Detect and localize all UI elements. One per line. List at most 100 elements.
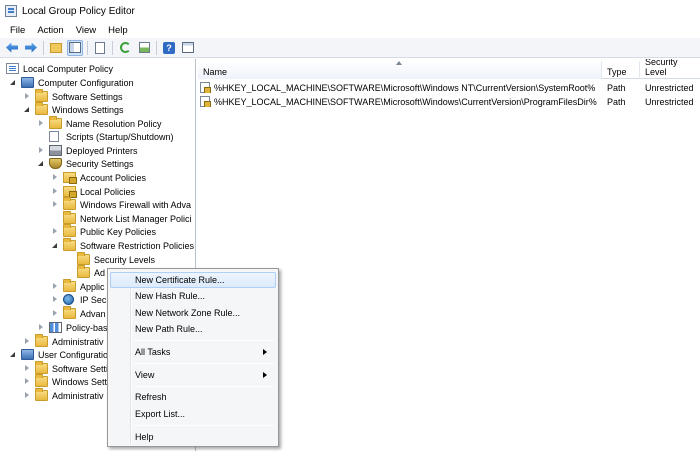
tree-item-security-levels[interactable]: Security Levels — [77, 252, 155, 266]
tree-item-user-windows-settings[interactable]: Windows Sett — [23, 374, 108, 388]
folder-icon — [63, 211, 76, 224]
menu-view[interactable]: View — [110, 367, 276, 383]
expanded-arrow-icon[interactable] — [37, 159, 46, 168]
folder-icon — [35, 102, 48, 115]
tree-item-network-list-manager[interactable]: Network List Manager Polici — [63, 211, 192, 225]
menu-all-tasks[interactable]: All Tasks — [110, 344, 276, 360]
menu-separator — [134, 425, 274, 426]
collapsed-arrow-icon[interactable] — [23, 377, 32, 386]
menu-new-path-rule[interactable]: New Path Rule... — [110, 321, 276, 337]
tree-item-label: Local Computer Policy — [23, 63, 114, 74]
menu-new-certificate-rule[interactable]: New Certificate Rule... — [110, 272, 276, 288]
collapsed-arrow-icon[interactable] — [23, 92, 32, 101]
menu-view[interactable]: View — [70, 25, 102, 36]
cell-security-level: Unrestricted — [645, 82, 694, 93]
table-row[interactable]: %HKEY_LOCAL_MACHINE\SOFTWARE\Microsoft\W… — [198, 95, 700, 108]
collapsed-arrow-icon[interactable] — [37, 146, 46, 155]
menu-file[interactable]: File — [4, 25, 31, 36]
collapsed-arrow-icon[interactable] — [51, 295, 60, 304]
properties-button[interactable] — [180, 40, 196, 56]
tree-item-label: Windows Sett — [52, 376, 108, 387]
tree-item-security-settings[interactable]: Security Settings — [37, 157, 134, 170]
menu-new-hash-rule[interactable]: New Hash Rule... — [110, 288, 276, 304]
expanded-arrow-icon[interactable] — [51, 241, 60, 250]
menu-help[interactable]: Help — [102, 25, 134, 36]
show-hide-console-tree-button[interactable] — [67, 39, 83, 56]
tree-item-local-computer-policy[interactable]: Local Computer Policy — [6, 62, 113, 75]
export-list-button[interactable] — [136, 40, 152, 56]
path-rule-icon — [200, 96, 211, 107]
collapsed-arrow-icon[interactable] — [23, 391, 32, 400]
tree-item-computer-configuration[interactable]: Computer Configuration — [9, 76, 134, 89]
tree-item-software-restriction-policies[interactable]: Software Restriction Policies — [51, 238, 195, 252]
column-header-label: Name — [203, 67, 228, 77]
toolbar-separator — [156, 40, 157, 55]
tree-item-label: Ad — [94, 267, 106, 278]
tree-item-label: Windows Settings — [52, 104, 124, 115]
tree-item-user-configuration[interactable]: User Configuratio — [9, 348, 108, 361]
tree-item-application-control[interactable]: Applic — [51, 279, 105, 293]
back-button[interactable] — [4, 40, 20, 56]
menu-export-list[interactable]: Export List... — [110, 406, 276, 422]
folder-icon — [63, 279, 76, 292]
collapsed-arrow-icon[interactable] — [37, 119, 46, 128]
tree-item-windows-firewall[interactable]: Windows Firewall with Adva — [51, 197, 191, 211]
export-doc-button[interactable] — [92, 40, 108, 56]
tree-item-account-policies[interactable]: Account Policies — [51, 171, 146, 184]
tree-item-label: Software Setti — [52, 363, 109, 374]
tree-item-user-administrative-templates[interactable]: Administrativ — [23, 388, 104, 402]
tree-item-scripts[interactable]: Scripts (Startup/Shutdown) — [49, 130, 174, 143]
column-header-name[interactable]: Name — [198, 61, 602, 79]
collapsed-arrow-icon[interactable] — [51, 227, 60, 236]
collapsed-arrow-icon[interactable] — [37, 323, 46, 332]
tree-item-label: Software Restriction Policies — [80, 240, 195, 251]
tree-item-additional-rules[interactable]: Ad — [77, 265, 106, 279]
tree-item-deployed-printers[interactable]: Deployed Printers — [37, 144, 138, 157]
tree-item-windows-settings[interactable]: Windows Settings — [23, 102, 124, 116]
menu-action[interactable]: Action — [31, 25, 69, 36]
refresh-button[interactable] — [117, 40, 133, 56]
menu-help[interactable]: Help — [110, 429, 276, 445]
collapsed-arrow-icon[interactable] — [23, 337, 32, 346]
table-row[interactable]: %HKEY_LOCAL_MACHINE\SOFTWARE\Microsoft\W… — [198, 81, 700, 94]
up-one-level-button[interactable] — [48, 40, 64, 56]
policy-icon — [6, 63, 19, 74]
collapsed-arrow-icon[interactable] — [51, 200, 60, 209]
menu-refresh[interactable]: Refresh — [110, 389, 276, 405]
tree-item-label: Advan — [80, 308, 106, 319]
tree-item-label: Public Key Policies — [80, 226, 157, 237]
tree-item-label: Administrativ — [52, 336, 104, 347]
expanded-arrow-icon[interactable] — [9, 350, 18, 359]
tree-item-label: Software Settings — [52, 91, 123, 102]
folder-icon — [77, 265, 90, 278]
menu-bar: File Action View Help — [0, 22, 700, 38]
tree-item-label: Scripts (Startup/Shutdown) — [66, 131, 174, 142]
tree-item-label: Name Resolution Policy — [66, 118, 162, 129]
expanded-arrow-icon[interactable] — [23, 105, 32, 114]
tree-item-label: Account Policies — [80, 172, 147, 183]
tree-item-ip-security[interactable]: IP Secu — [51, 293, 111, 306]
tree-item-policy-based-qos[interactable]: Policy-bas — [37, 321, 108, 334]
tree-item-administrative-templates[interactable]: Administrativ — [23, 334, 104, 348]
menu-item-label: All Tasks — [135, 347, 171, 357]
title-bar: Local Group Policy Editor — [0, 0, 700, 22]
collapsed-arrow-icon[interactable] — [51, 173, 60, 182]
refresh-icon — [119, 42, 131, 53]
tree-item-public-key-policies[interactable]: Public Key Policies — [51, 224, 157, 238]
collapsed-arrow-icon[interactable] — [51, 187, 60, 196]
collapsed-arrow-icon[interactable] — [51, 282, 60, 291]
menu-item-label: View — [135, 370, 155, 380]
tree-item-label: Network List Manager Polici — [80, 213, 192, 224]
folder-up-icon — [50, 42, 62, 53]
help-button[interactable]: ? — [161, 40, 177, 56]
collapsed-arrow-icon[interactable] — [51, 309, 60, 318]
collapsed-arrow-icon[interactable] — [23, 364, 32, 373]
expanded-arrow-icon[interactable] — [9, 78, 18, 87]
forward-button[interactable] — [23, 40, 39, 56]
tree-item-advanced-audit[interactable]: Advan — [51, 306, 106, 320]
column-header-security-level[interactable]: Security Level — [640, 59, 700, 79]
menu-new-network-zone-rule[interactable]: New Network Zone Rule... — [110, 305, 276, 321]
tree-item-name-resolution-policy[interactable]: Name Resolution Policy — [37, 116, 162, 130]
column-header-type[interactable]: Type — [602, 61, 640, 79]
console-tree-icon — [69, 42, 81, 53]
